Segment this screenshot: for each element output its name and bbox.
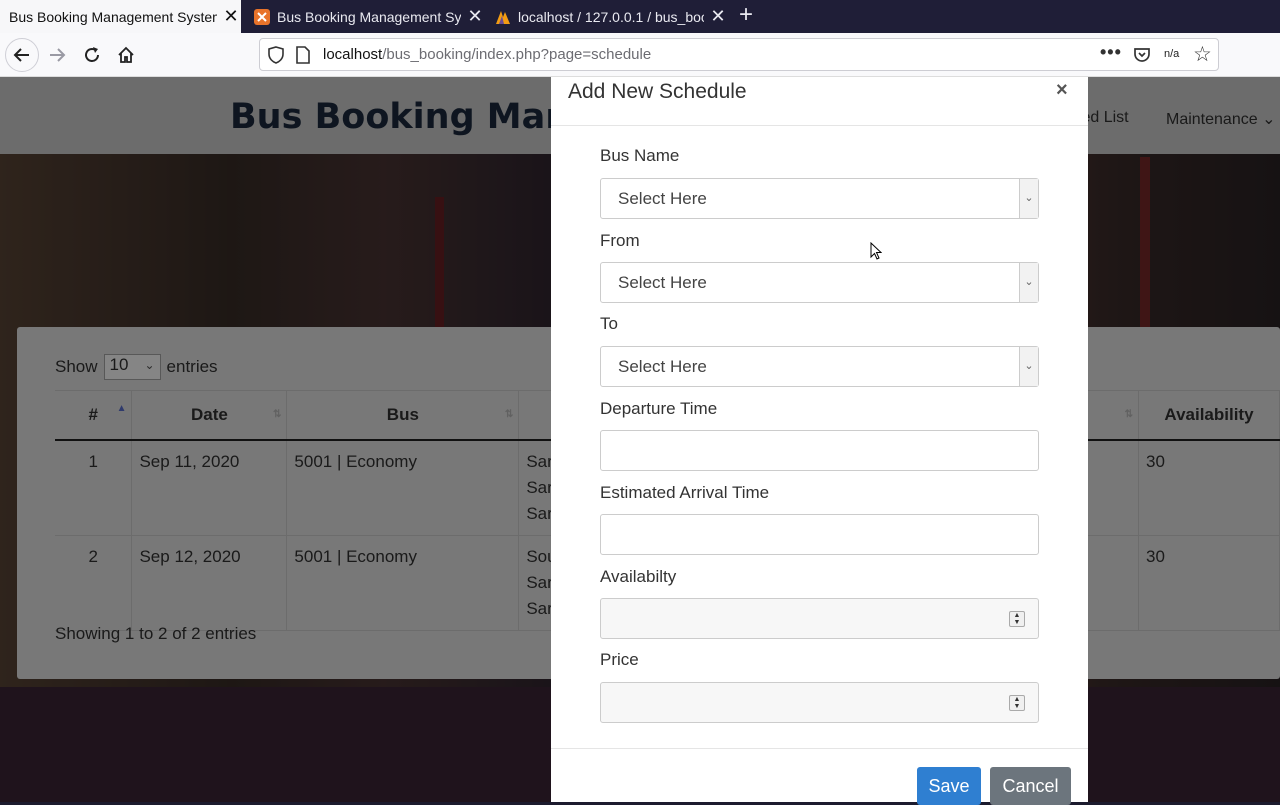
reload-icon [85, 47, 99, 62]
address-bar[interactable]: localhost/bus_booking/index.php?page=sch… [259, 38, 1219, 71]
price-input[interactable]: ▲ ▼ [600, 682, 1039, 723]
number-spinner-icon[interactable]: ▲ ▼ [1009, 611, 1025, 627]
close-icon[interactable]: × [1056, 79, 1068, 102]
arrow-left-icon [13, 48, 29, 62]
tab-title: Bus Booking Management System [9, 8, 217, 25]
browser-tab-bus-booking-2[interactable]: Bus Booking Management Syst ✕ [245, 0, 485, 33]
url-host: localhost [323, 46, 383, 63]
availability-label: Availabilty [600, 567, 677, 586]
shield-icon[interactable] [268, 46, 284, 64]
bus-name-label: Bus Name [600, 146, 680, 165]
tab-title: localhost / 127.0.0.1 / bus_book [518, 8, 704, 25]
save-button[interactable]: Save [917, 767, 981, 805]
xampp-icon [254, 8, 270, 25]
forward-button[interactable] [40, 38, 74, 72]
from-value: Select Here [618, 273, 707, 292]
arrival-time-label: Estimated Arrival Time [600, 483, 770, 502]
browser-tab-phpmyadmin[interactable]: localhost / 127.0.0.1 / bus_book ✕ [488, 0, 728, 33]
home-button[interactable] [109, 38, 143, 72]
to-select[interactable]: Select Here ⌄ [600, 346, 1039, 387]
bookmark-star-icon[interactable]: ☆ [1193, 42, 1212, 67]
arrow-right-icon [50, 48, 66, 62]
modal-header: Add New Schedule × [551, 77, 1088, 126]
back-button[interactable] [5, 38, 39, 72]
page-actions-menu[interactable]: ••• [1100, 42, 1122, 63]
number-spinner-icon[interactable]: ▲ ▼ [1009, 695, 1025, 711]
arrival-time-input[interactable] [600, 514, 1039, 555]
tab-close-icon[interactable]: ✕ [221, 6, 241, 27]
tab-title: Bus Booking Management Syst [277, 8, 461, 25]
pocket-icon[interactable] [1133, 47, 1151, 63]
new-tab-button[interactable]: + [734, 3, 758, 29]
tab-close-icon[interactable]: ✕ [708, 6, 728, 27]
bus-name-select[interactable]: Select Here ⌄ [600, 178, 1039, 219]
chevron-down-icon: ⌄ [1019, 263, 1038, 302]
extension-badge[interactable]: n/a [1164, 48, 1179, 60]
chevron-down-icon: ⌄ [1019, 179, 1038, 218]
url-path: /bus_booking/index.php?page=schedule [382, 46, 652, 63]
phpmyadmin-icon [496, 10, 510, 24]
home-icon [118, 46, 134, 63]
mouse-cursor-icon [870, 242, 882, 260]
page-info-icon[interactable] [296, 46, 310, 64]
to-value: Select Here [618, 357, 707, 376]
departure-time-label: Departure Time [600, 399, 718, 418]
cancel-button[interactable]: Cancel [990, 767, 1071, 805]
departure-time-input[interactable] [600, 430, 1039, 471]
availability-input[interactable]: ▲ ▼ [600, 598, 1039, 639]
price-label: Price [600, 650, 639, 669]
reload-button[interactable] [75, 38, 109, 72]
add-schedule-modal: Add New Schedule × Bus Name Select Here … [551, 77, 1088, 805]
from-select[interactable]: Select Here ⌄ [600, 262, 1039, 303]
chevron-down-icon: ⌄ [1019, 347, 1038, 386]
from-label: From [600, 231, 640, 250]
browser-tab-bar: Bus Booking Management System ✕ Bus Book… [0, 0, 1280, 33]
to-label: To [600, 314, 618, 333]
modal-title: Add New Schedule [568, 80, 747, 103]
tab-close-icon[interactable]: ✕ [465, 6, 485, 27]
browser-tab-bus-booking[interactable]: Bus Booking Management System ✕ [0, 0, 241, 33]
browser-toolbar: localhost/bus_booking/index.php?page=sch… [0, 33, 1280, 77]
url-text[interactable]: localhost/bus_booking/index.php?page=sch… [323, 46, 651, 63]
bus-name-value: Select Here [618, 189, 707, 208]
